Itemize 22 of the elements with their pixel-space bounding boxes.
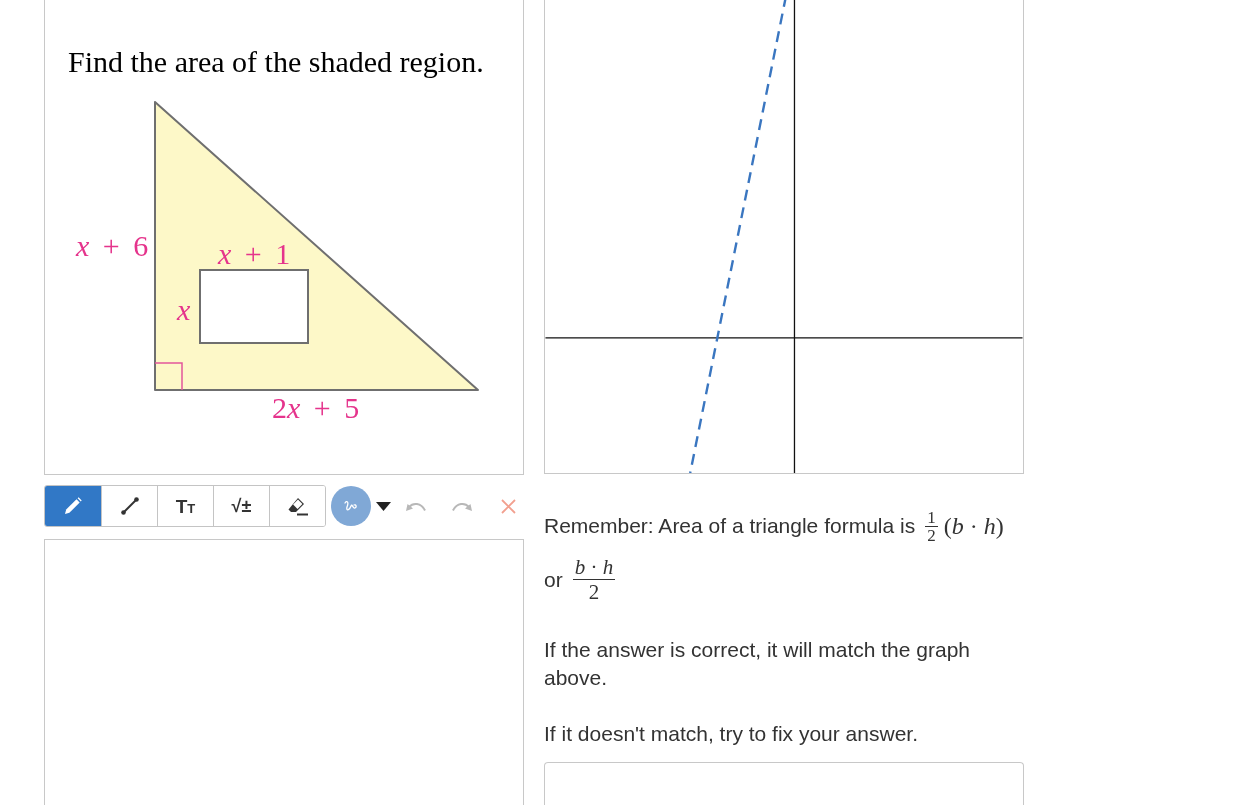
eraser-icon: [287, 496, 308, 516]
fraction-formula: b · h 2: [572, 555, 616, 605]
hint-text: Remember: Area of a triangle formula is: [544, 513, 916, 540]
pencil-icon: [64, 497, 82, 515]
side-label: x + 1: [218, 239, 291, 269]
squiggle-icon: [344, 500, 358, 512]
hint-text: If it doesn't match, try to fix your answer.: [544, 721, 919, 748]
side-label: x + 6: [76, 231, 149, 261]
hint-text: or: [544, 566, 563, 593]
line-tool-icon: [120, 497, 139, 515]
caret-icon: [375, 501, 391, 511]
question-prompt: Find the area of the shaded region.: [67, 44, 484, 80]
tool-button[interactable]: [269, 486, 325, 526]
color-button[interactable]: [331, 486, 371, 526]
hint-text: If the answer is correct, it will match the graph above.: [544, 637, 971, 692]
side-label: 2x + 5: [272, 393, 360, 423]
tool-button[interactable]: [45, 486, 101, 526]
answer-input[interactable]: [544, 762, 1024, 805]
side-label: x: [177, 295, 191, 325]
undo-icon: [404, 501, 426, 511]
close-icon: [500, 498, 516, 514]
redo-icon: [451, 501, 473, 511]
